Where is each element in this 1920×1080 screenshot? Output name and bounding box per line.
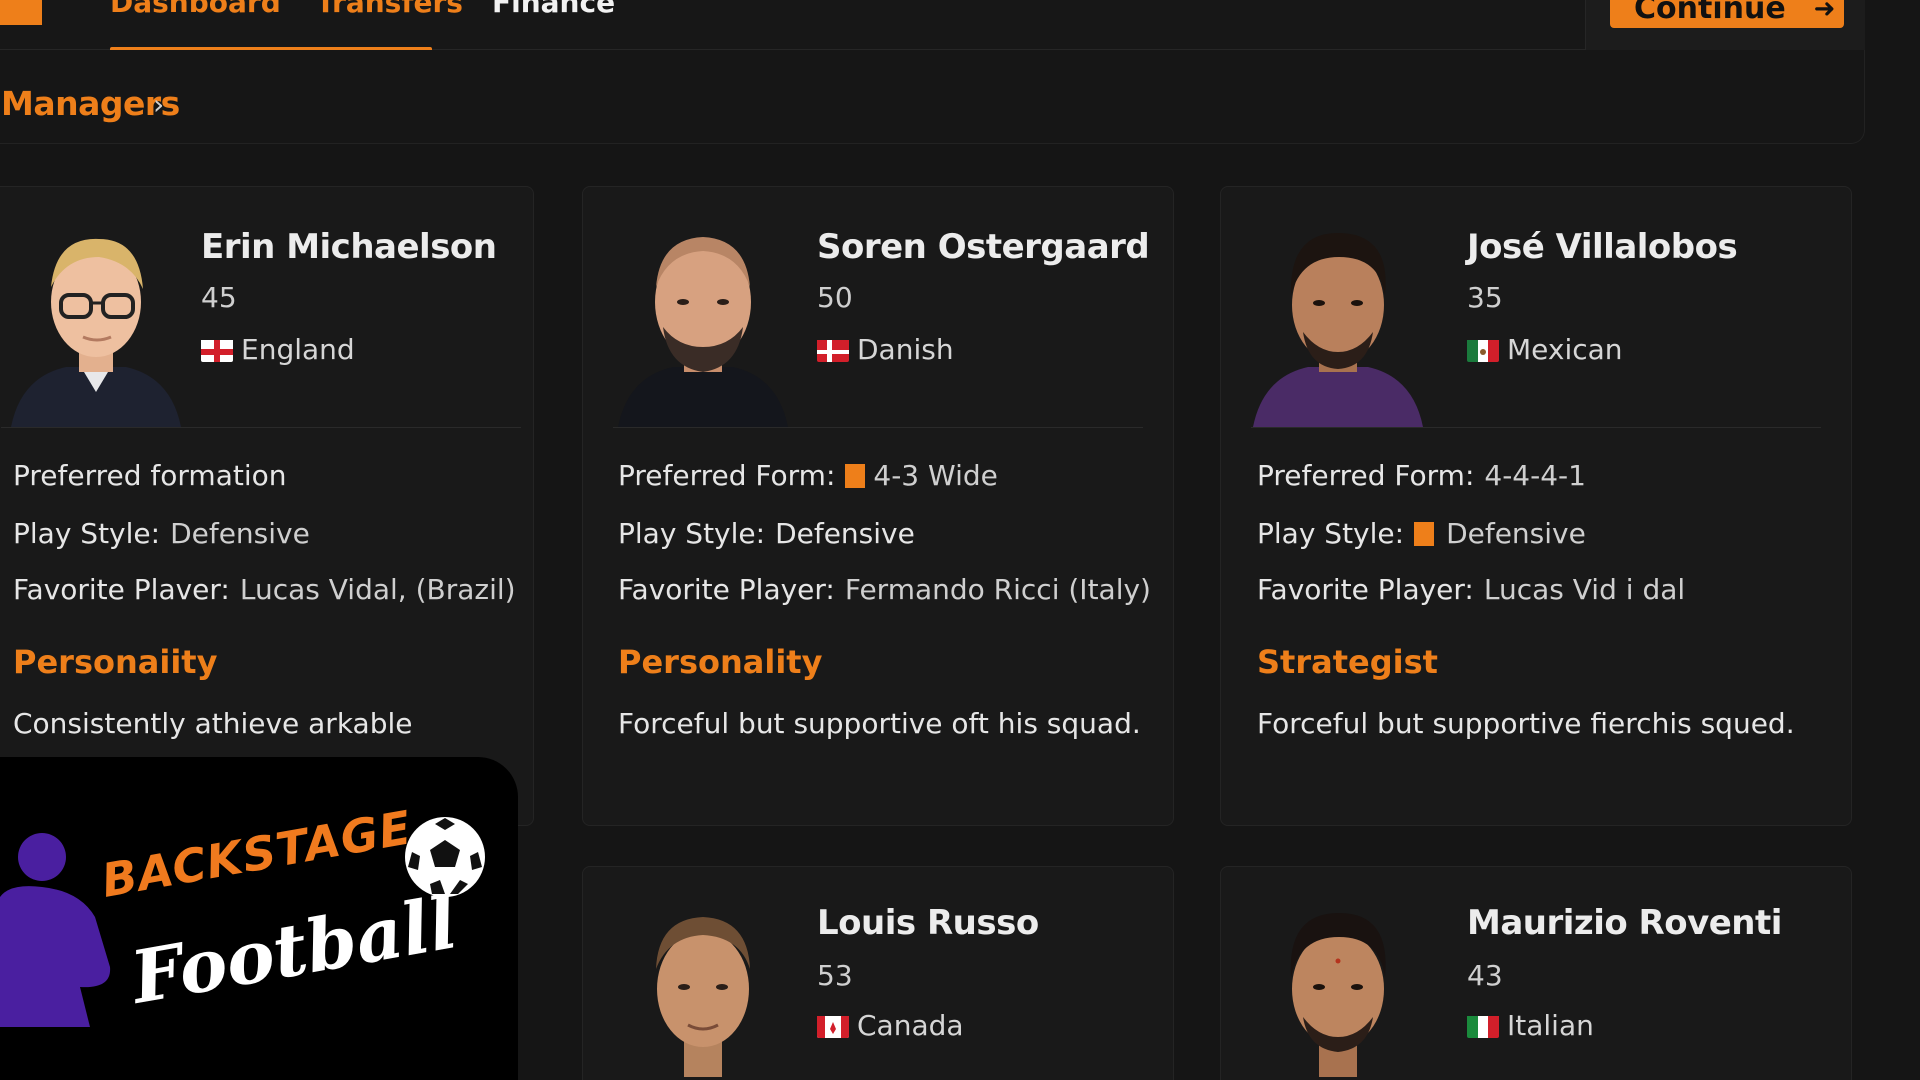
- manager-age: 45: [201, 281, 237, 314]
- favorite-player-label: Favorite Plaver:: [13, 573, 230, 606]
- play-style-value: Defensive: [1446, 517, 1586, 550]
- favorite-player-label: Favorite Player:: [618, 573, 835, 606]
- orange-square-icon: [845, 463, 866, 488]
- formation-value: 4-4-4-1: [1484, 459, 1586, 492]
- continue-area: Continue ➜: [1585, 0, 1865, 50]
- flag-icon: [1467, 1014, 1499, 1038]
- card-divider: [613, 427, 1143, 428]
- manager-name: Maurizio Roventi: [1467, 903, 1782, 943]
- formation-label: Preferred Form:: [1257, 459, 1475, 492]
- orange-square-icon: [1414, 521, 1435, 546]
- flag-icon: [817, 1014, 849, 1038]
- manager-age: 35: [1467, 281, 1503, 314]
- section-title: Strategist: [1257, 643, 1438, 681]
- nationality-label: Danish: [857, 333, 954, 366]
- manager-nationality: Danish: [817, 333, 954, 366]
- manager-avatar: [1253, 897, 1423, 1080]
- play-style-label: Play Style:: [1257, 517, 1405, 550]
- flag-icon: [1467, 338, 1499, 362]
- soccer-ball-icon: [405, 817, 485, 897]
- card-divider: [1251, 427, 1821, 428]
- manager-name: Louis Russo: [817, 903, 1039, 943]
- favorite-player-value: Lucas Vidal, (Brazil): [239, 573, 516, 606]
- play-style-label: Play Style:: [618, 517, 766, 550]
- arrow-right-icon: ➜: [1813, 0, 1836, 24]
- formation-row: Preferred Form: 4-4-4-1: [1257, 459, 1586, 492]
- formation-row: Preferred Form: 4-3 Wide: [618, 459, 998, 492]
- breadcrumb: Managers ›: [0, 50, 1865, 144]
- chevron-right-icon[interactable]: ›: [153, 88, 164, 121]
- manager-card[interactable]: Louis Russo 53 Canada: [582, 866, 1174, 1080]
- backstage-football-logo: BACKSTAGE Football: [0, 757, 518, 1080]
- manager-name: Soren Ostergaard: [817, 227, 1150, 267]
- manager-description: Forceful but supportive fierchis squed.: [1257, 707, 1795, 740]
- favorite-player-row: Favorite Player: Fermando Ricci (Italy): [618, 573, 1151, 606]
- formation-value: 4-3 Wide: [873, 459, 998, 492]
- manager-nationality: Mexican: [1467, 333, 1623, 366]
- nationality-label: Mexican: [1507, 333, 1623, 366]
- play-style-row: Play Style: Defensive: [618, 517, 915, 550]
- manager-name: Erin Michaelson: [201, 227, 497, 267]
- section-title: Personaiity: [13, 643, 218, 681]
- manager-description: Forceful but supportive oft his squad.: [618, 707, 1141, 740]
- manager-name: José Villalobos: [1467, 227, 1738, 267]
- card-divider: [1, 427, 521, 428]
- favorite-player-label: Favorite Player:: [1257, 573, 1474, 606]
- manager-avatar: [1253, 217, 1423, 427]
- flag-icon: [201, 338, 233, 362]
- play-style-label: Play Style:: [13, 517, 161, 550]
- manager-age: 43: [1467, 959, 1503, 992]
- manager-avatar: [11, 217, 181, 427]
- logo-text-backstage: BACKSTAGE: [97, 800, 416, 908]
- app-logo[interactable]: [0, 0, 42, 25]
- section-title: Personality: [618, 643, 823, 681]
- nationality-label: Italian: [1507, 1009, 1594, 1042]
- silhouette-icon: [0, 833, 111, 1027]
- play-style-row: Play Style: Defensive: [13, 517, 310, 550]
- favorite-player-value: Lucas Vid i dal: [1483, 573, 1686, 606]
- favorite-player-row: Favorite Plaver: Lucas Vidal, (Brazil): [13, 573, 516, 606]
- formation-label: Preferred formation: [13, 459, 287, 492]
- nationality-label: England: [241, 333, 355, 366]
- flag-icon: [817, 338, 849, 362]
- favorite-player-value: Fermando Ricci (Italy): [844, 573, 1151, 606]
- manager-nationality: Canada: [817, 1009, 964, 1042]
- nationality-label: Canada: [857, 1009, 964, 1042]
- tab-dashboard[interactable]: Dashboard: [110, 0, 281, 26]
- continue-label: Continue: [1634, 0, 1786, 26]
- play-style-value: Defensive: [170, 517, 310, 550]
- formation-label: Preferred Form:: [618, 459, 836, 492]
- tab-finance[interactable]: Finance: [492, 0, 615, 26]
- manager-card[interactable]: Erin Michaelson 45 England Preferred for…: [0, 186, 534, 826]
- manager-card[interactable]: José Villalobos 35 Mexican Preferred For…: [1220, 186, 1852, 826]
- manager-description: Consistently athieve arkable: [13, 707, 413, 740]
- manager-age: 53: [817, 959, 853, 992]
- page: Dashboard Transfers Finance Continue ➜ M…: [0, 0, 1920, 1080]
- manager-avatar: [618, 217, 788, 427]
- tab-transfers[interactable]: Transfers: [316, 0, 463, 26]
- manager-age: 50: [817, 281, 853, 314]
- manager-card[interactable]: Maurizio Roventi 43 Italian: [1220, 866, 1852, 1080]
- favorite-player-row: Favorite Player: Lucas Vid i dal: [1257, 573, 1685, 606]
- play-style-value: Defensive: [775, 517, 915, 550]
- continue-button[interactable]: Continue ➜: [1610, 0, 1844, 28]
- play-style-row: Play Style: Defensive: [1257, 517, 1586, 550]
- formation-row: Preferred formation: [13, 459, 287, 492]
- top-nav-bar: Dashboard Transfers Finance Continue ➜: [0, 0, 1865, 52]
- manager-nationality: Italian: [1467, 1009, 1594, 1042]
- manager-card[interactable]: Soren Ostergaard 50 Danish Preferred For…: [582, 186, 1174, 826]
- manager-avatar: [618, 897, 788, 1080]
- manager-nationality: England: [201, 333, 355, 366]
